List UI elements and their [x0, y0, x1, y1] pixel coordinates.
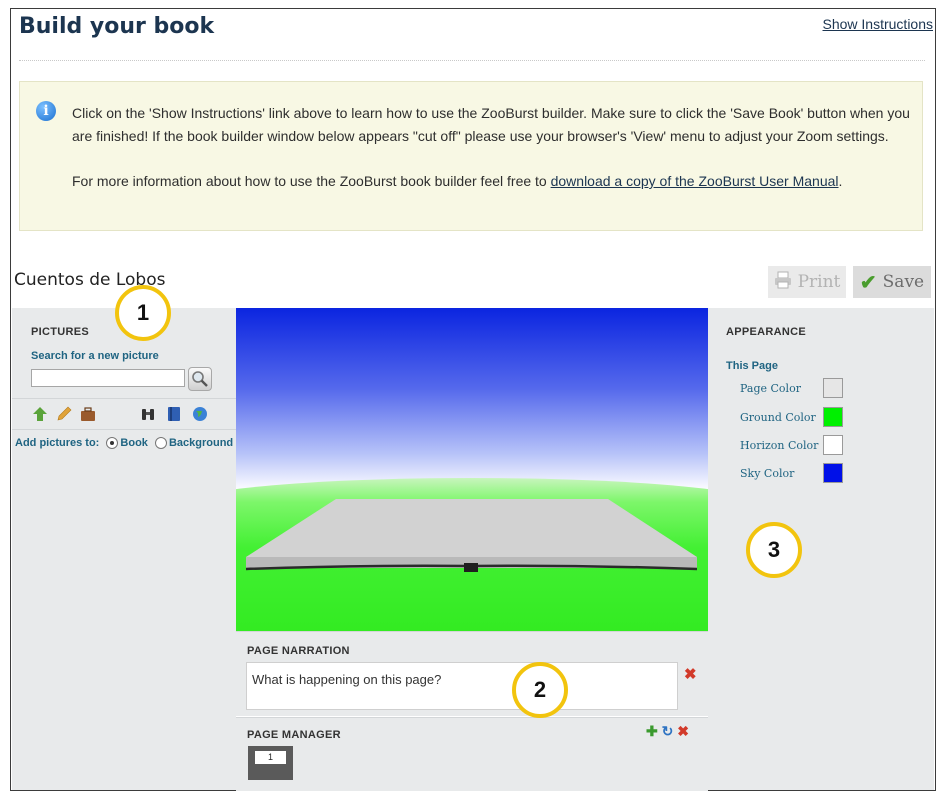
- callout-badge-2: 2: [512, 662, 568, 718]
- appearance-heading: APPEARANCE: [726, 326, 807, 338]
- info-box: i Click on the 'Show Instructions' link …: [19, 81, 923, 231]
- book-icon[interactable]: [166, 406, 182, 422]
- info-paragraph-2: For more information about how to use th…: [72, 170, 912, 193]
- callout-badge-1: 1: [115, 285, 171, 341]
- show-instructions-link[interactable]: Show Instructions: [823, 16, 934, 32]
- info-paragraph-2-prefix: For more information about how to use th…: [72, 173, 551, 189]
- sky-color-label: Sky Color: [740, 467, 795, 480]
- page-manager-actions: ✚ ↻ ✖: [646, 723, 689, 740]
- ground-color-swatch[interactable]: [823, 407, 843, 427]
- info-icon: i: [36, 101, 56, 121]
- picture-search-input[interactable]: [31, 369, 185, 387]
- page-color-label: Page Color: [740, 382, 801, 395]
- search-picture-label: Search for a new picture: [31, 350, 159, 362]
- binoculars-icon[interactable]: [140, 406, 156, 422]
- upload-icon[interactable]: [32, 406, 48, 422]
- delete-narration-icon[interactable]: ✖: [684, 665, 697, 683]
- info-paragraph-1: Click on the 'Show Instructions' link ab…: [72, 105, 910, 144]
- globe-icon[interactable]: [192, 406, 208, 422]
- page-thumbnail[interactable]: 1: [248, 746, 293, 780]
- add-pictures-to-label: Add pictures to:: [15, 437, 100, 449]
- page-manager-panel: PAGE MANAGER ✚ ↻ ✖ 1: [236, 717, 708, 791]
- print-label: Print: [797, 272, 841, 292]
- printer-icon: [774, 271, 792, 294]
- print-button[interactable]: Print: [768, 266, 846, 298]
- page-number: 1: [255, 751, 286, 764]
- delete-page-icon[interactable]: ✖: [677, 723, 689, 739]
- save-label: Save: [882, 272, 925, 292]
- add-pictures-to: Add pictures to: Book Background: [15, 437, 233, 450]
- radio-background-label[interactable]: Background: [169, 437, 233, 449]
- radio-book[interactable]: [106, 437, 119, 450]
- callout-badge-3: 3: [746, 522, 802, 578]
- page-narration-panel: PAGE NARRATION What is happening on this…: [236, 631, 708, 716]
- pictures-heading: PICTURES: [31, 326, 90, 338]
- save-button[interactable]: ✔ Save: [853, 266, 931, 298]
- picture-toolbar: [12, 398, 236, 430]
- narration-field[interactable]: What is happening on this page?: [246, 662, 678, 710]
- horizon-color-swatch[interactable]: [823, 435, 843, 455]
- this-page-label: This Page: [726, 360, 778, 372]
- briefcase-icon[interactable]: [80, 406, 96, 422]
- search-icon: [192, 371, 208, 387]
- user-manual-link[interactable]: download a copy of the ZooBurst User Man…: [551, 173, 839, 189]
- appearance-panel: APPEARANCE This Page Page Color Ground C…: [708, 308, 934, 790]
- info-paragraph-2-suffix: .: [838, 173, 843, 189]
- sky-color-swatch[interactable]: [823, 463, 843, 483]
- book-3d-viewport[interactable]: [236, 308, 708, 631]
- info-text: Click on the 'Show Instructions' link ab…: [72, 102, 912, 193]
- refresh-icon[interactable]: ↻: [662, 723, 674, 739]
- page-manager-heading: PAGE MANAGER: [247, 729, 341, 741]
- open-book: [245, 499, 698, 572]
- pencil-icon[interactable]: [56, 406, 72, 422]
- search-button[interactable]: [188, 367, 212, 391]
- divider: [19, 60, 925, 61]
- checkmark-icon: ✔: [859, 270, 877, 294]
- ground-color-label: Ground Color: [740, 411, 816, 424]
- pictures-panel: PICTURES Search for a new picture Add pi…: [12, 308, 236, 790]
- page-color-swatch[interactable]: [823, 378, 843, 398]
- narration-heading: PAGE NARRATION: [247, 645, 350, 657]
- page-title: Build your book: [19, 14, 215, 39]
- radio-book-label[interactable]: Book: [120, 437, 148, 449]
- horizon-color-label: Horizon Color: [740, 439, 819, 452]
- radio-background[interactable]: [154, 437, 167, 450]
- add-page-icon[interactable]: ✚: [646, 723, 658, 739]
